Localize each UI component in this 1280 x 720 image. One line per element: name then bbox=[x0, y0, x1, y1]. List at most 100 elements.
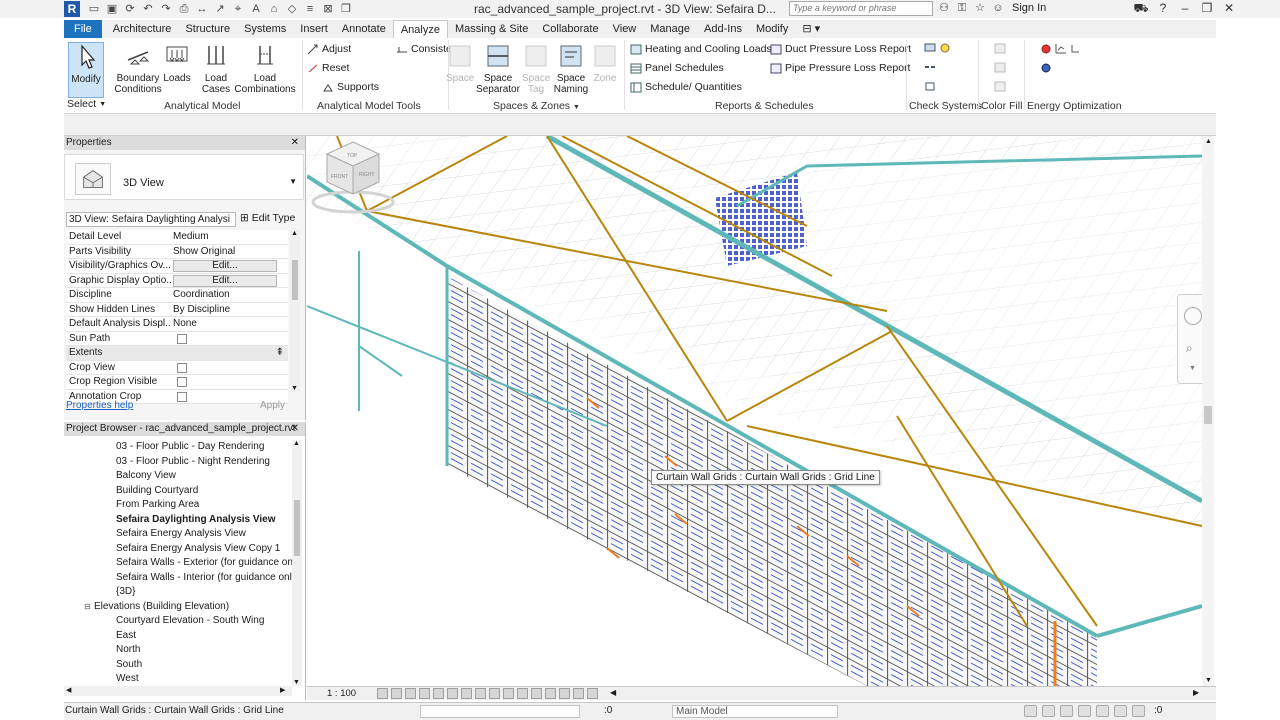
shadows-icon[interactable] bbox=[419, 688, 430, 699]
3d-view-icon[interactable]: ⌂ bbox=[266, 2, 282, 16]
browser-scrollbar[interactable]: ▲ ▼ bbox=[292, 440, 302, 686]
tab-insert[interactable]: Insert bbox=[293, 20, 335, 38]
property-row[interactable]: Detail Level Medium bbox=[66, 230, 288, 245]
browser-item[interactable]: Building Courtyard bbox=[64, 484, 292, 499]
panel-label-spaces-zones[interactable]: Spaces & Zones ▼ bbox=[493, 100, 580, 112]
tab-file[interactable]: File bbox=[64, 20, 102, 38]
browser-item[interactable]: 03 - Floor Public - Night Rendering bbox=[64, 455, 292, 470]
reset-button[interactable]: Reset bbox=[307, 62, 349, 74]
active-workset-selector[interactable] bbox=[420, 705, 580, 718]
show-disconnects-button[interactable] bbox=[924, 62, 936, 73]
scroll-down-icon[interactable]: ▼ bbox=[293, 679, 300, 686]
properties-group-extents[interactable]: Extents ⇞ bbox=[66, 346, 288, 361]
property-row[interactable]: Default Analysis Displ... None bbox=[66, 317, 288, 332]
check-systems-tools[interactable] bbox=[924, 42, 951, 53]
properties-help-link[interactable]: Properties help bbox=[66, 400, 133, 411]
property-checkbox[interactable] bbox=[177, 362, 187, 373]
modify-button[interactable]: Modify bbox=[68, 42, 104, 98]
drag-elements-icon[interactable] bbox=[1096, 705, 1109, 717]
energy-settings-button[interactable] bbox=[1040, 43, 1082, 54]
browser-horizontal-scrollbar[interactable]: ◀ ▶ bbox=[64, 686, 292, 696]
browser-item[interactable]: Sefaira Energy Analysis View Copy 1 bbox=[64, 542, 292, 557]
cart-icon[interactable]: ⛟ bbox=[1130, 0, 1152, 16]
browser-item[interactable]: South bbox=[64, 658, 292, 673]
apply-button[interactable]: Apply bbox=[260, 400, 285, 411]
reveal-constraints-icon[interactable] bbox=[573, 688, 584, 699]
scroll-right-icon[interactable]: ▶ bbox=[280, 686, 285, 694]
adjust-button[interactable]: Adjust bbox=[307, 43, 351, 55]
collapse-icon[interactable]: ⊟ bbox=[84, 600, 94, 615]
property-row[interactable]: Parts Visibility Show Original bbox=[66, 244, 288, 259]
edit-type-button[interactable]: ⊞ Edit Type bbox=[240, 212, 295, 224]
tab-structure[interactable]: Structure bbox=[178, 20, 237, 38]
zone-button[interactable]: Zone bbox=[592, 42, 618, 84]
tag-icon[interactable]: ⌖ bbox=[230, 2, 246, 16]
zoom-icon[interactable]: ⌕ bbox=[1186, 341, 1193, 356]
browser-item[interactable]: Sefaira Walls - Interior (for guidance o… bbox=[64, 571, 292, 586]
pipe-pressure-loss-report-button[interactable]: Pipe Pressure Loss Report bbox=[770, 62, 910, 74]
property-row[interactable]: Crop Region Visible bbox=[66, 375, 288, 390]
panel-schedules-button[interactable]: Panel Schedules bbox=[630, 62, 724, 74]
property-row[interactable]: Visibility/Graphics Ov... Edit... bbox=[66, 259, 288, 274]
property-row[interactable]: Discipline Coordination bbox=[66, 288, 288, 303]
slab-edge[interactable] bbox=[1096, 604, 1203, 638]
schedule-quantities-button[interactable]: Schedule/ Quantities bbox=[630, 81, 742, 93]
ribbon-options-dropdown[interactable]: ⊟ ▾ bbox=[795, 20, 827, 38]
undo-icon[interactable]: ↶ bbox=[140, 2, 156, 16]
browser-item[interactable]: From Parking Area bbox=[64, 498, 292, 513]
browser-item[interactable]: West bbox=[64, 672, 292, 687]
measure-icon[interactable]: ↔ bbox=[194, 2, 210, 16]
visual-style-icon[interactable] bbox=[391, 688, 402, 699]
viewport-vertical-scrollbar[interactable]: ▲ ▼ bbox=[1202, 136, 1214, 686]
switch-windows-icon[interactable]: ❐ bbox=[338, 2, 354, 16]
highlight-displacement-icon[interactable] bbox=[559, 688, 570, 699]
color-fill-legend-button[interactable] bbox=[994, 81, 1006, 92]
view-cube[interactable]: TOP FRONT RIGHT bbox=[307, 136, 397, 220]
edit-button[interactable]: Edit... bbox=[173, 260, 277, 272]
scrollbar-thumb[interactable] bbox=[1204, 406, 1212, 424]
background-processes-icon[interactable] bbox=[1114, 705, 1127, 717]
property-row[interactable]: Sun Path bbox=[66, 331, 288, 346]
filter-icon[interactable] bbox=[1132, 705, 1145, 717]
help-icon[interactable]: ? bbox=[1152, 0, 1174, 16]
select-by-face-icon[interactable] bbox=[1078, 705, 1091, 717]
browser-item[interactable]: {3D} bbox=[64, 585, 292, 600]
crop-view-icon[interactable] bbox=[447, 688, 458, 699]
property-row[interactable]: Show Hidden Lines By Discipline bbox=[66, 302, 288, 317]
browser-item[interactable]: Balcony View bbox=[64, 469, 292, 484]
chevron-down-icon[interactable]: ▼ bbox=[289, 177, 297, 186]
open-icon[interactable]: ▭ bbox=[86, 2, 102, 16]
lock-view-icon[interactable] bbox=[475, 688, 486, 699]
close-icon[interactable]: ✕ bbox=[291, 136, 299, 150]
browser-item[interactable]: 03 - Floor Public - Day Rendering bbox=[64, 440, 292, 455]
select-pinned-icon[interactable] bbox=[1060, 705, 1073, 717]
steering-wheel-icon[interactable] bbox=[1184, 307, 1202, 325]
scroll-up-icon[interactable]: ▲ bbox=[293, 440, 300, 447]
browser-item[interactable]: Courtyard Elevation - South Wing bbox=[64, 614, 292, 629]
dimension-icon[interactable]: ↗ bbox=[212, 2, 228, 16]
pipe-legend-button[interactable] bbox=[994, 62, 1006, 73]
space-button[interactable]: Space bbox=[446, 42, 474, 84]
property-row[interactable]: Graphic Display Optio... Edit... bbox=[66, 273, 288, 288]
reveal-hidden-icon[interactable] bbox=[503, 688, 514, 699]
scrollbar-thumb[interactable] bbox=[292, 260, 298, 300]
restore-icon[interactable]: ❐ bbox=[1196, 0, 1218, 16]
binoculars-icon[interactable]: ⚇ bbox=[937, 1, 951, 15]
scroll-left-icon[interactable]: ◀ bbox=[610, 688, 616, 697]
design-option-selector[interactable]: Main Model bbox=[672, 705, 838, 718]
minimize-icon[interactable]: – bbox=[1174, 0, 1196, 16]
tab-modify[interactable]: Modify bbox=[749, 20, 795, 38]
property-checkbox[interactable] bbox=[177, 377, 187, 387]
instance-selector[interactable]: 3D View: Sefaira Daylighting Analysi bbox=[66, 212, 236, 227]
browser-item[interactable]: ⊟ Elevations (Building Elevation) bbox=[64, 600, 292, 615]
system-inspector-button[interactable] bbox=[924, 81, 936, 92]
sign-in-link[interactable]: Sign In bbox=[1012, 2, 1046, 14]
thin-lines-icon[interactable]: ≡ bbox=[302, 2, 318, 16]
select-dropdown[interactable]: Select ▼ bbox=[67, 98, 106, 110]
space-naming-button[interactable]: Space Naming bbox=[552, 42, 590, 95]
property-checkbox[interactable] bbox=[177, 391, 187, 402]
run-energy-simulation-button[interactable] bbox=[1040, 62, 1052, 73]
heating-cooling-loads-button[interactable]: Heating and Cooling Loads bbox=[630, 43, 772, 55]
scrollbar-thumb[interactable] bbox=[294, 500, 300, 556]
star-icon[interactable]: ☆ bbox=[973, 1, 987, 15]
